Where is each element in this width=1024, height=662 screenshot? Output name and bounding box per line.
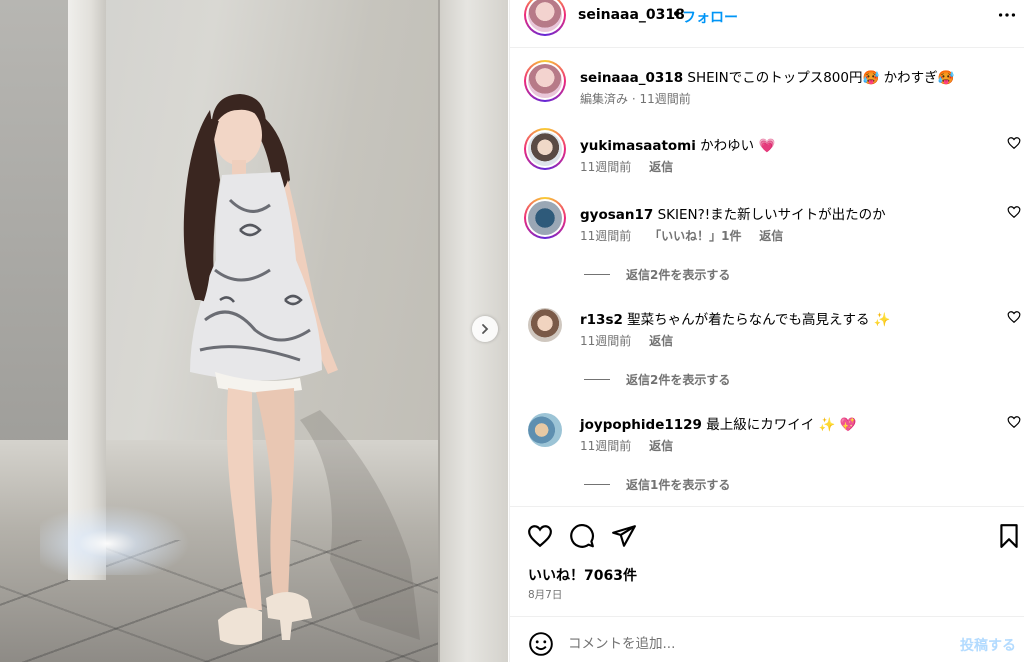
comment-meta: 11週間前 返信 (580, 158, 687, 175)
comment-username[interactable]: gyosan17 (580, 207, 653, 223)
author-username[interactable]: seinaaa_0318 (578, 7, 685, 23)
emoji-icon[interactable] (528, 631, 554, 657)
comment-avatar[interactable] (524, 197, 566, 239)
heart-icon[interactable] (1007, 205, 1021, 219)
comment-username[interactable]: joypophide1129 (580, 417, 702, 433)
post-date[interactable]: 8月7日 (528, 587, 562, 602)
next-image-button[interactable] (472, 316, 498, 342)
comment-input[interactable] (568, 631, 948, 657)
view-replies-button[interactable]: 返信2件を表示する (584, 266, 730, 283)
comment-text: SKIEN?!また新しいサイトが出たのか (657, 207, 886, 223)
caption-text: SHEINでこのトップス800円🥵 かわすぎ🥵 (687, 70, 955, 86)
heart-icon[interactable] (1007, 415, 1021, 429)
reply-divider (584, 379, 610, 380)
comment-meta: 11週間前 「いいね！」1件 返信 (580, 227, 797, 244)
reply-button[interactable]: 返信 (649, 334, 673, 348)
comment-time: 11週間前 (580, 160, 632, 174)
comment-icon[interactable] (569, 523, 595, 549)
post-image[interactable] (0, 0, 508, 662)
bookmark-icon[interactable] (996, 523, 1022, 549)
reply-divider (584, 274, 610, 275)
comment-avatar[interactable] (524, 128, 566, 170)
author-avatar[interactable] (524, 0, 566, 36)
view-replies-label: 返信2件を表示する (626, 373, 731, 387)
view-replies-label: 返信2件を表示する (626, 268, 731, 282)
comment-meta: 11週間前 返信 (580, 332, 687, 349)
heart-icon[interactable] (1007, 136, 1021, 150)
view-replies-button[interactable]: 返信2件を表示する (584, 371, 730, 388)
reply-button[interactable]: 返信 (649, 160, 673, 174)
caption-username[interactable]: seinaaa_0318 (580, 70, 683, 86)
reply-button[interactable]: 返信 (759, 229, 783, 243)
comment-line: r13s2 聖菜ちゃんが着たらなんでも高見えする ✨ (580, 308, 891, 328)
chevron-right-icon (482, 324, 489, 334)
post-header: seinaaa_0318 • フォロー (510, 0, 1024, 48)
caption-line: seinaaa_0318 SHEINでこのトップス800円🥵 かわすぎ🥵 (580, 66, 954, 86)
comment-username[interactable]: r13s2 (580, 312, 623, 328)
caption-avatar[interactable] (524, 60, 566, 102)
reply-divider (584, 484, 610, 485)
view-replies-button[interactable]: 返信1件を表示する (584, 476, 730, 493)
comment-composer: 投稿する (510, 616, 1024, 662)
comment-meta: 11週間前 返信 (580, 437, 687, 454)
heart-icon[interactable] (1007, 310, 1021, 324)
comment-text: かわゆい 💗 (700, 138, 776, 154)
comment-line: yukimasaatomi かわゆい 💗 (580, 134, 775, 154)
post-comment-button[interactable]: 投稿する (960, 635, 1016, 655)
comment-like-count[interactable]: 「いいね！」1件 (649, 229, 741, 243)
header-separator: • (672, 7, 681, 23)
comment-line: gyosan17 SKIEN?!また新しいサイトが出たのか (580, 203, 886, 223)
caption-meta: 編集済み · 11週間前 (580, 92, 691, 106)
comment-text: 聖菜ちゃんが着たらなんでも高見えする ✨ (627, 312, 891, 328)
paper-plane-icon[interactable] (611, 523, 637, 549)
comment-avatar[interactable] (528, 308, 562, 342)
comment-time: 11週間前 (580, 334, 632, 348)
comment-line: joypophide1129 最上級にカワイイ ✨ 💖 (580, 413, 856, 433)
photo-figure (183, 94, 420, 645)
like-count[interactable]: いいね！7063件 (528, 565, 637, 585)
heart-icon[interactable] (527, 523, 553, 549)
comment-text: 最上級にカワイイ ✨ 💖 (706, 417, 857, 433)
view-replies-label: 返信1件を表示する (626, 478, 731, 492)
post-actions: いいね！7063件 8月7日 (510, 506, 1024, 616)
comment-time: 11週間前 (580, 229, 632, 243)
comment-avatar[interactable] (528, 413, 562, 447)
reply-button[interactable]: 返信 (649, 439, 673, 453)
follow-button[interactable]: フォロー (682, 7, 738, 27)
comment-time: 11週間前 (580, 439, 632, 453)
post-sidebar: seinaaa_0318 • フォロー seinaaa_0318 SHEINでこ… (509, 0, 1024, 662)
more-horizontal-icon[interactable] (996, 4, 1018, 26)
comment-username[interactable]: yukimasaatomi (580, 138, 696, 154)
